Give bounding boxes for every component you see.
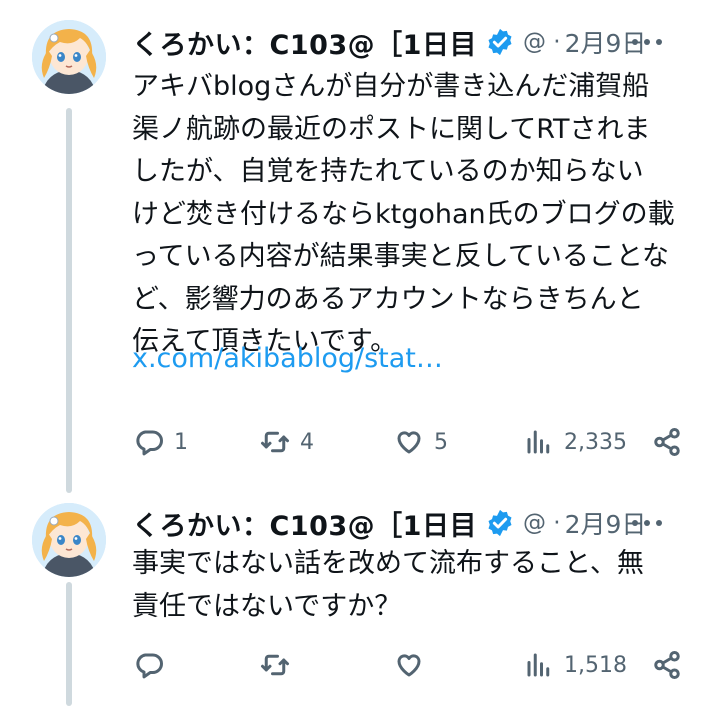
views-icon	[527, 653, 550, 677]
more-icon[interactable]	[632, 22, 662, 62]
share-icon	[654, 428, 680, 456]
action-bar: 1 4 5 2,335	[132, 422, 692, 462]
avatar[interactable]	[32, 503, 106, 577]
like-button[interactable]	[394, 645, 424, 685]
reply-button[interactable]	[134, 645, 164, 685]
tweet-text-line: 責任ではないですか？	[132, 590, 402, 622]
reply-icon	[136, 653, 163, 679]
verified-badge-icon	[488, 509, 512, 537]
handle[interactable]: @ ·	[523, 29, 561, 55]
display-name[interactable]: くろかい：C103@［1日目	[132, 504, 477, 543]
retweet-button[interactable]: 4	[260, 422, 314, 462]
tweet-text: アキバblogさんが自分が書き込んだ浦賀船 渠ノ航跡の最近のポストに関してRTさ…	[132, 66, 692, 364]
retweet-icon	[261, 654, 289, 676]
tweet-link[interactable]: x.com/akibablog/stat…	[132, 338, 443, 380]
tweet-text-line: けど焚き付けるならktgohan氏のブログの載	[132, 198, 675, 230]
retweet-icon	[261, 431, 289, 453]
views-button[interactable]: 1,518	[524, 645, 627, 685]
tweet-text-line: アキバblogさんが自分が書き込んだ浦賀船	[132, 71, 650, 102]
action-bar: 1,518	[132, 645, 692, 685]
tweet-text: 事実ではない話を改めて流布すること、無 責任ではないですか？	[132, 543, 692, 628]
tweet-text-line: っている内容が結果事実と反していることな	[132, 241, 670, 272]
retweet-button[interactable]	[260, 645, 290, 685]
more-icon[interactable]	[632, 503, 662, 543]
like-icon	[397, 431, 421, 454]
like-icon	[397, 654, 421, 677]
handle[interactable]: @ ·	[523, 510, 561, 536]
tweet-header: くろかい：C103@［1日目 @ · 2月9日	[132, 22, 692, 62]
share-button[interactable]	[652, 422, 682, 462]
reply-count: 1	[174, 429, 188, 455]
share-button[interactable]	[652, 645, 682, 685]
tweet-text-line: ど、影響力のあるアカウントならきちんと	[132, 283, 644, 315]
tweet[interactable]: くろかい：C103@［1日目 @ · 2月9日 事実ではない話を改めて流布するこ…	[0, 495, 720, 706]
reply-icon	[136, 430, 163, 456]
view-count: 1,518	[564, 652, 627, 678]
display-name[interactable]: くろかい：C103@［1日目	[132, 23, 477, 62]
view-count: 2,335	[564, 429, 627, 455]
reply-button[interactable]: 1	[134, 422, 188, 462]
views-button[interactable]: 2,335	[524, 422, 627, 462]
views-icon	[527, 430, 550, 454]
tweet-text-line: したが、自覚を持たれているのか知らない	[132, 156, 644, 187]
tweet-text-line: 渠ノ航跡の最近のポストに関してRTされま	[132, 113, 651, 145]
share-icon	[654, 651, 680, 679]
verified-badge-icon	[488, 28, 512, 56]
tweet[interactable]: くろかい：C103@［1日目 @ · 2月9日 アキバblogさんが自分が書き込…	[0, 0, 720, 495]
avatar[interactable]	[32, 20, 106, 94]
like-button[interactable]: 5	[394, 422, 448, 462]
tweet-header: くろかい：C103@［1日目 @ · 2月9日	[132, 503, 692, 543]
tweet-text-line: 事実ではない話を改めて流布すること、無	[132, 548, 644, 579]
like-count: 5	[434, 429, 448, 455]
retweet-count: 4	[300, 429, 314, 455]
